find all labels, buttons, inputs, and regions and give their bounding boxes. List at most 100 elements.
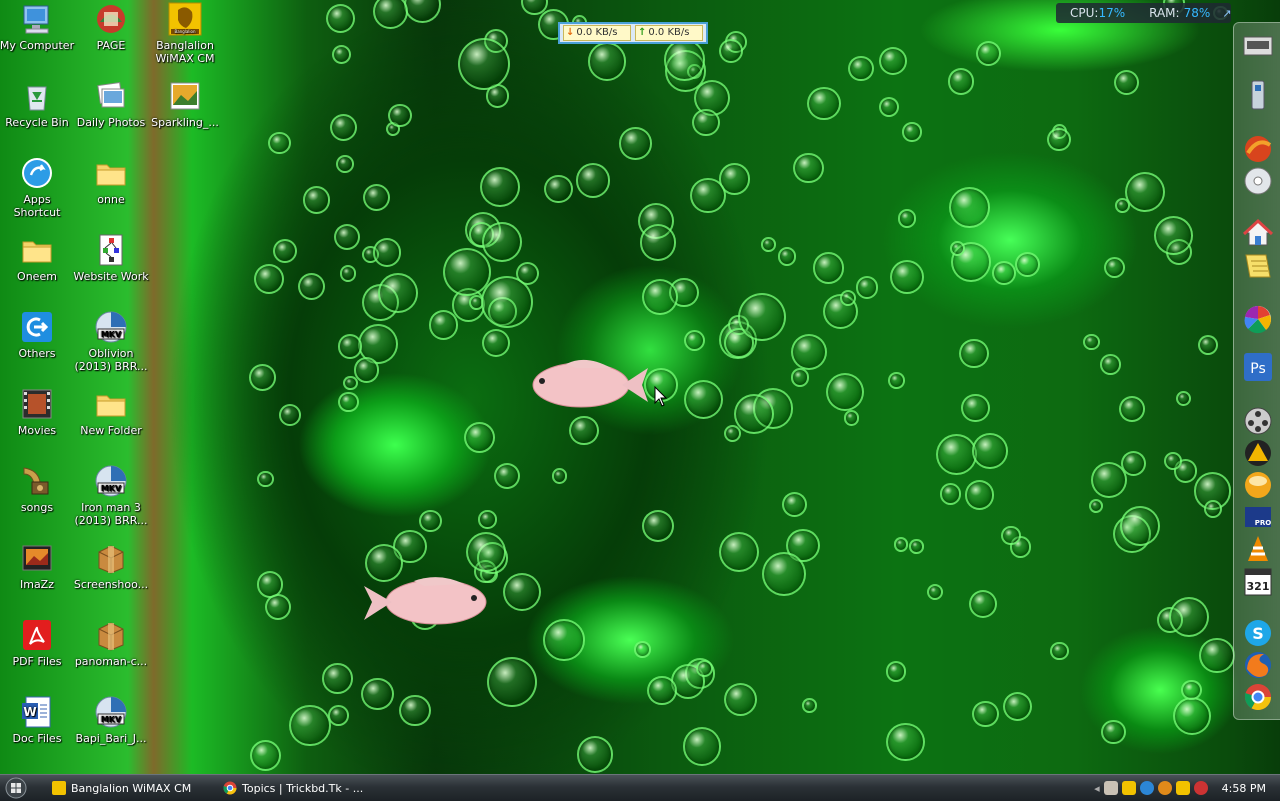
dock-scanner-icon[interactable] (1242, 29, 1274, 61)
desktop-icon-screenshoo[interactable]: Screenshoo... (73, 541, 149, 591)
download-speed: ↓ 0.0 KB/s (563, 25, 631, 41)
svg-text:Ps: Ps (1250, 361, 1266, 377)
desktop-icon-label: Others (18, 347, 56, 360)
tray-expand-icon[interactable]: ◂ (1094, 782, 1100, 795)
desktop-icon-daily-photos[interactable]: Daily Photos (73, 79, 149, 129)
bubble (322, 663, 353, 694)
upload-speed-value: 0.0 KB/s (648, 27, 690, 38)
expand-icon[interactable]: ↗ (1222, 7, 1231, 20)
bubble (878, 96, 899, 117)
bubble (856, 276, 879, 299)
bubble (478, 510, 497, 529)
desktop-icon-label: Banglalion WiMAX CM (155, 39, 215, 65)
desktop-icon-new-folder[interactable]: New Folder (73, 387, 149, 437)
dock-picasa-icon[interactable] (1242, 303, 1274, 335)
desktop-icon-sparkling[interactable]: Sparkling_... (147, 79, 223, 129)
desktop-icon-onne[interactable]: onne (73, 156, 149, 206)
dock-vlc-like-icon[interactable] (1242, 437, 1274, 469)
desktop-icon-songs[interactable]: songs (0, 464, 75, 514)
dock-skype-icon[interactable]: S (1242, 617, 1274, 649)
taskbar-item-banglalion[interactable]: Banglalion WiMAX CM (44, 777, 205, 799)
browser-icon (1245, 136, 1272, 162)
bubble (718, 39, 743, 64)
desktop-icon-website-work[interactable]: Website Work (73, 233, 149, 283)
dock-chrome-icon[interactable] (1242, 681, 1274, 713)
bubble (879, 46, 908, 75)
fish-image (532, 359, 648, 408)
desktop-icon-others[interactable]: Others (0, 310, 75, 360)
svg-text:MKV: MKV (101, 330, 122, 339)
desktop-icon-my-computer[interactable]: My Computer (0, 2, 75, 52)
bubble (1091, 462, 1127, 498)
apps-shortcut-icon (0, 156, 75, 190)
dock-browser-icon[interactable] (1242, 133, 1274, 165)
desktop-icon-panoman-c[interactable]: panoman-c... (73, 618, 149, 668)
desktop-icon-label: Apps Shortcut (13, 193, 61, 219)
bubble (343, 375, 359, 391)
bubble (909, 539, 924, 554)
desktop-icon-movies[interactable]: Movies (0, 387, 75, 437)
bubble (329, 113, 358, 142)
desktop-icon-label: Recycle Bin (5, 116, 69, 129)
dock-home-icon[interactable] (1242, 217, 1274, 249)
tray-banglalion-icon[interactable] (1121, 781, 1136, 795)
desktop-icon-pdf-files[interactable]: PDF Files (0, 618, 75, 668)
tray-messenger-icon[interactable] (1175, 781, 1190, 795)
calendar-icon: 321 (1244, 568, 1272, 596)
bubble (544, 174, 573, 204)
system-monitor-widget[interactable]: CPU: 17% RAM: 78% ↗ (1056, 3, 1231, 23)
start-button[interactable] (0, 775, 32, 801)
desktop-icon-page[interactable]: PAGE (73, 2, 149, 52)
fish-image (364, 577, 487, 625)
bubble (826, 373, 864, 411)
dock-vlc-icon[interactable] (1242, 533, 1274, 565)
taskbar-item-chrome[interactable]: Topics | Trickbd.Tk - ... (215, 777, 381, 799)
svg-text:Banglalion: Banglalion (174, 29, 196, 34)
songs-icon (0, 464, 75, 498)
bubble (647, 675, 678, 706)
desktop-icon-recycle-bin[interactable]: Recycle Bin (0, 79, 75, 129)
banglalion-icon (52, 781, 66, 795)
bubble (377, 272, 418, 313)
desktop-icon-label: Screenshoo... (73, 578, 149, 591)
dock-firefox-icon[interactable] (1242, 649, 1274, 681)
windows-logo-icon (5, 777, 27, 799)
desktop-icon-banglalion-wimax-cm[interactable]: Banglalion Banglalion WiMAX CM (147, 2, 223, 65)
desktop-icon-iron-man-3-2013-brr[interactable]: MKV Iron man 3 (2013) BRR... (73, 464, 149, 527)
bubble (278, 404, 301, 427)
bubble (791, 334, 827, 370)
desktop-icon-oblivion-2013-brr[interactable]: MKV Oblivion (2013) BRR... (73, 310, 149, 373)
desktop-icon-apps-shortcut[interactable]: Apps Shortcut (0, 156, 75, 219)
desktop-icon-imazz[interactable]: ImaZz (0, 541, 75, 591)
film-reel-icon (1244, 407, 1272, 435)
desktop-icon-doc-files[interactable]: W Doc Files (0, 695, 75, 745)
tray-chrome-icon[interactable] (1157, 781, 1172, 795)
dock-notes-icon[interactable] (1242, 249, 1274, 281)
page-icon (73, 2, 149, 36)
dock-disc-icon[interactable] (1242, 165, 1274, 197)
skype-icon: S (1245, 620, 1271, 646)
dock-media-pro-icon[interactable]: PRO (1242, 501, 1274, 533)
bubble (734, 394, 774, 434)
bubble (1125, 172, 1165, 212)
desktop-icon-bapi-bari-j[interactable]: MKV Bapi_Bari_J... (73, 695, 149, 745)
dock-photoshop-icon[interactable]: Ps (1242, 351, 1274, 383)
dock-calendar-icon[interactable]: 321 (1242, 565, 1274, 597)
desktop-icon-label: New Folder (80, 424, 142, 437)
dock-film-reel-icon[interactable] (1242, 405, 1274, 437)
network-speed-meter[interactable]: ↓ 0.0 KB/s ↑ 0.0 KB/s (558, 22, 708, 44)
bubble (1101, 719, 1126, 745)
tray-app-icon[interactable] (1139, 781, 1154, 795)
bubble (950, 240, 966, 256)
desktop-icon-oneem[interactable]: Oneem (0, 233, 75, 283)
download-speed-value: 0.0 KB/s (576, 27, 618, 38)
tray-volume-icon[interactable] (1193, 781, 1208, 795)
bubble (641, 279, 678, 316)
dock-usb-drive-icon[interactable] (1242, 79, 1274, 111)
dock-orb-icon[interactable] (1242, 469, 1274, 501)
clock[interactable]: 4:58 PM (1222, 782, 1266, 795)
bubble (885, 661, 907, 682)
bubble (502, 573, 541, 612)
tray-network-icon[interactable] (1103, 781, 1118, 795)
bubble (331, 45, 352, 65)
